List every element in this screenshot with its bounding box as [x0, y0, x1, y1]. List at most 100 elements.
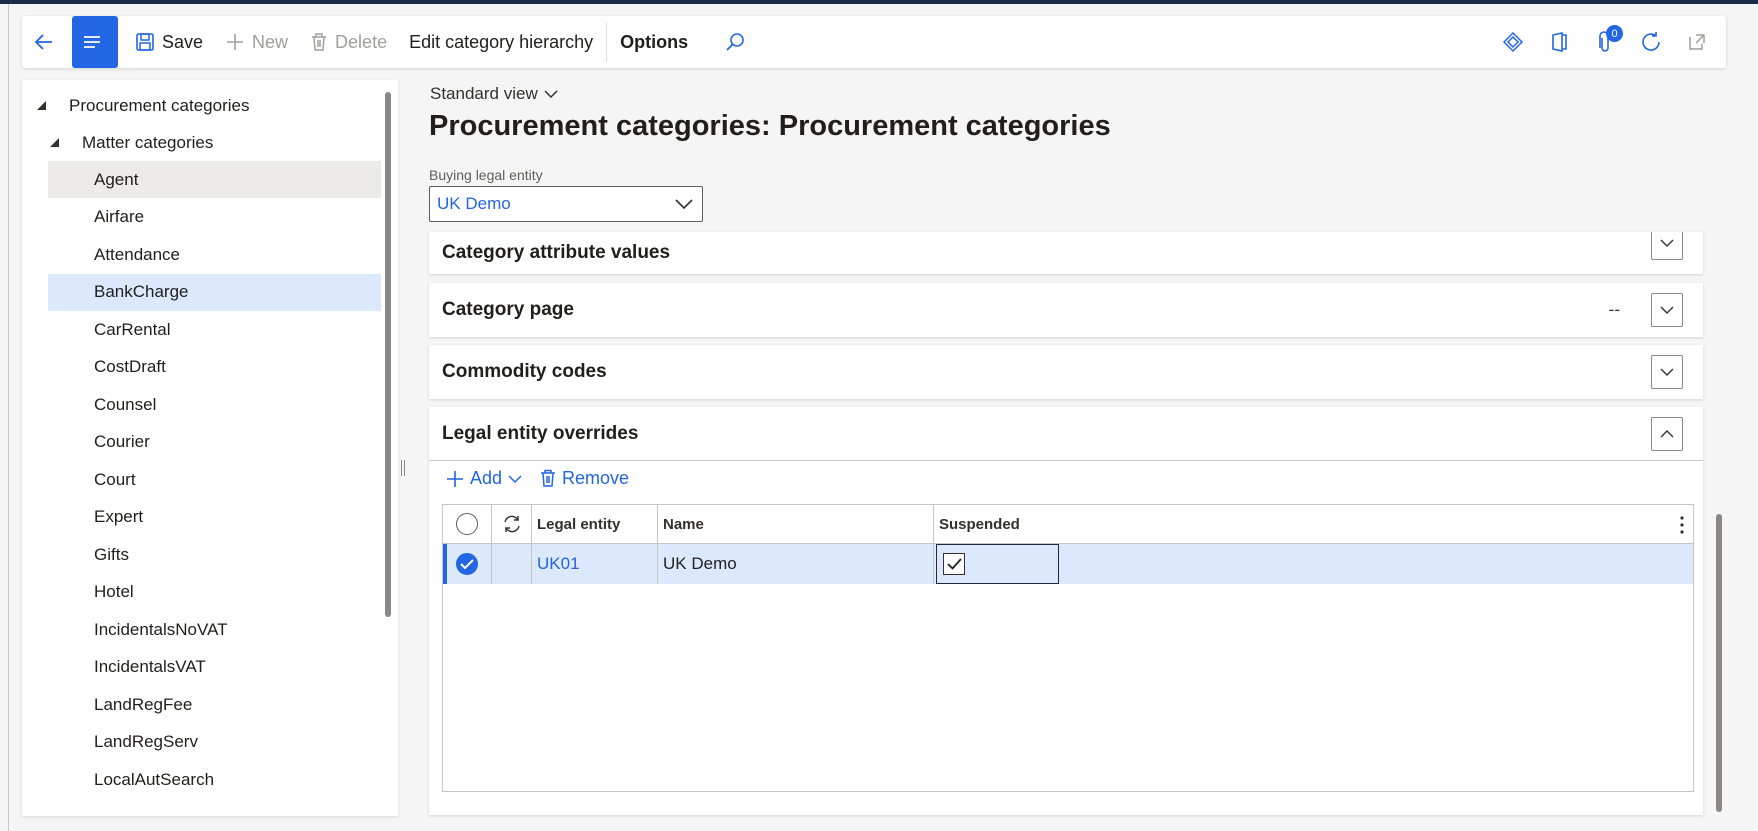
tree-item[interactable]: CostDraft: [48, 349, 381, 386]
fasttab-title: Category page: [442, 299, 574, 320]
edit-category-hierarchy-button[interactable]: Edit category hierarchy: [398, 16, 604, 68]
page-title: Procurement categories: Procurement cate…: [429, 110, 1111, 142]
main-scrollbar[interactable]: [1716, 514, 1722, 812]
tree-item[interactable]: Agent: [48, 161, 381, 198]
open-new-window-button[interactable]: [1674, 16, 1720, 68]
category-tree-panel: Procurement categories Matter categories…: [22, 80, 398, 816]
panel-splitter-handle[interactable]: [401, 460, 405, 476]
column-header-label: Name: [663, 515, 704, 533]
chevron-down-icon: [1660, 368, 1674, 376]
diamond-icon: [1502, 31, 1524, 53]
action-menu-button[interactable]: [72, 16, 118, 68]
tree-item[interactable]: Expert: [48, 499, 381, 536]
tree-item[interactable]: Airfare: [48, 199, 381, 236]
fasttab-header[interactable]: Legal entity overrides: [429, 407, 1703, 461]
tree-item[interactable]: IncidentalsNoVAT: [48, 611, 381, 648]
plus-icon: [447, 470, 463, 487]
suspended-checkbox[interactable]: [943, 553, 965, 575]
view-selector[interactable]: Standard view: [430, 84, 558, 104]
collapse-caret-icon[interactable]: [37, 101, 46, 110]
tree-item-label: Courier: [94, 432, 150, 451]
expand-toggle-button[interactable]: [1651, 293, 1683, 327]
tree-scrollbar[interactable]: [385, 92, 391, 617]
tree-item[interactable]: Hotel: [48, 574, 381, 611]
expand-toggle-button[interactable]: [1651, 232, 1683, 260]
remove-button[interactable]: Remove: [540, 468, 629, 489]
tree-item-label: Hotel: [94, 582, 134, 601]
nav-edge: [8, 4, 9, 831]
open-in-new-window-icon: [1689, 34, 1705, 50]
legal-entity-cell[interactable]: UK01: [532, 544, 658, 584]
fasttab-category-page: Category page --: [429, 283, 1703, 337]
add-button[interactable]: Add: [446, 468, 522, 489]
chevron-down-icon: [1660, 239, 1674, 247]
tree-item-label: Court: [94, 469, 136, 489]
row-select-checkbox[interactable]: [456, 553, 478, 575]
chevron-down-icon: [1660, 306, 1674, 314]
suspended-cell[interactable]: [936, 544, 1059, 584]
chevron-down-icon: [508, 474, 522, 483]
back-button[interactable]: [22, 16, 72, 68]
tree-item-label: Gifts: [94, 544, 129, 564]
legal-entity-overrides-grid: Legal entity Name Suspended UK01 UK Demo: [442, 504, 1694, 792]
expand-toggle-button[interactable]: [1651, 355, 1683, 389]
fasttab-header[interactable]: Commodity codes: [429, 345, 1703, 399]
refresh-button[interactable]: [1628, 16, 1674, 68]
attachments-button[interactable]: 0: [1582, 16, 1628, 68]
options-tab[interactable]: Options: [609, 16, 699, 68]
tree-item[interactable]: LocalAutSearch: [48, 761, 381, 798]
chevron-down-icon[interactable]: [674, 195, 694, 213]
tree-item[interactable]: Attendance: [48, 236, 381, 273]
collapse-caret-icon[interactable]: [50, 138, 59, 147]
tree-group-matter-categories[interactable]: Matter categories: [82, 124, 382, 161]
tree-item[interactable]: BankCharge: [48, 273, 381, 311]
sync-icon[interactable]: [501, 513, 523, 535]
remove-label: Remove: [562, 468, 630, 488]
plus-icon: [227, 34, 244, 50]
tree-item[interactable]: Counsel: [48, 386, 381, 423]
add-label: Add: [470, 468, 503, 488]
tree-item-label: CarRental: [94, 319, 171, 339]
tree-item-label: LandRegServ: [94, 732, 198, 751]
tree-item-label: Airfare: [94, 207, 145, 226]
attachment-count-badge: 0: [1606, 25, 1623, 42]
back-arrow-icon: [34, 34, 52, 50]
action-pane: Save New Delete Edit category hierarchy …: [22, 16, 1726, 68]
select-all-checkbox[interactable]: [456, 513, 478, 535]
column-header-name[interactable]: Name: [658, 505, 934, 543]
column-header-legal-entity[interactable]: Legal entity: [532, 505, 658, 543]
power-apps-button[interactable]: [1490, 16, 1536, 68]
name-value: UK Demo: [663, 554, 737, 573]
buying-legal-entity-combo[interactable]: UK Demo: [429, 186, 703, 222]
tree-item[interactable]: LandRegFee: [48, 686, 381, 723]
column-header-suspended[interactable]: Suspended: [934, 505, 1693, 543]
save-button[interactable]: Save: [124, 16, 214, 68]
more-options-icon[interactable]: [1679, 515, 1685, 535]
search-button[interactable]: [713, 16, 764, 68]
delete-button[interactable]: Delete: [299, 16, 398, 68]
new-button[interactable]: New: [214, 16, 299, 68]
tree-item[interactable]: Courier: [48, 424, 381, 461]
fasttab-header[interactable]: Category attribute values: [429, 232, 1703, 274]
tree-group-label: Matter categories: [82, 132, 214, 152]
window-top-bar: [0, 0, 1758, 4]
save-icon: [136, 33, 154, 51]
office-button[interactable]: [1536, 16, 1582, 68]
tree-item-label: Counsel: [94, 394, 157, 414]
tree-item[interactable]: CarRental: [48, 311, 381, 348]
grid-header-row: Legal entity Name Suspended: [443, 505, 1693, 544]
tree-item[interactable]: LandRegServ: [48, 724, 381, 761]
tree-item[interactable]: IncidentalsVAT: [48, 649, 381, 686]
fasttab-header[interactable]: Category page --: [429, 283, 1703, 337]
fasttab-category-attribute-values: Category attribute values: [429, 232, 1703, 274]
table-row[interactable]: UK01 UK Demo: [443, 544, 1693, 584]
tree-root-label: Procurement categories: [69, 95, 250, 115]
tree-item[interactable]: Court: [48, 461, 381, 498]
tree-root-procurement-categories[interactable]: Procurement categories: [69, 87, 379, 124]
save-label: Save: [162, 31, 204, 52]
tree-item[interactable]: Gifts: [48, 536, 381, 573]
tree-item-label: Attendance: [94, 244, 181, 264]
tree-item-label: CostDraft: [94, 357, 166, 376]
collapse-toggle-button[interactable]: [1651, 417, 1683, 451]
refresh-column-cell: [492, 505, 532, 543]
